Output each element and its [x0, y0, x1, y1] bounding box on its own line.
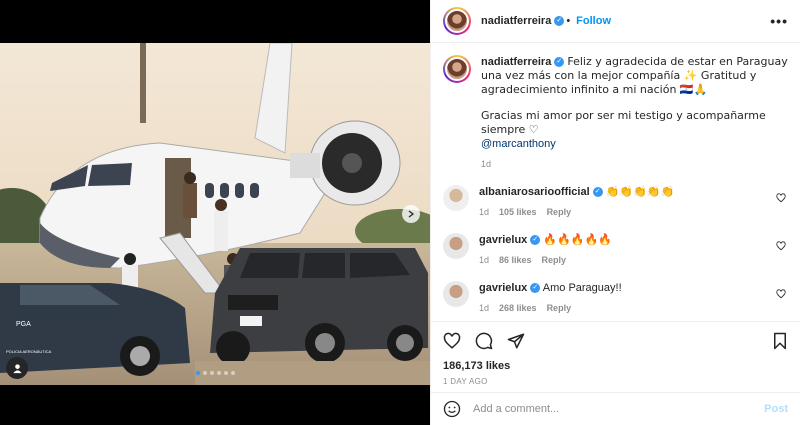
comment-likes[interactable]: 105 likes — [499, 205, 537, 219]
share-icon[interactable] — [507, 332, 525, 350]
comment-time[interactable]: 1d — [479, 253, 489, 267]
comment-text: 👏👏👏👏👏 — [605, 185, 675, 198]
avatar-photo — [445, 57, 469, 81]
author-avatar[interactable] — [443, 7, 471, 35]
reply-button[interactable]: Reply — [542, 253, 567, 267]
comment-body: gavrielux ✓ Amo Paraguay!! 1d 268 likes R… — [479, 281, 788, 315]
user-icon — [12, 363, 22, 373]
add-comment-bar: Post — [431, 392, 800, 425]
next-photo-button[interactable] — [402, 205, 420, 223]
caption-mention-link[interactable]: @marcanthony — [481, 137, 788, 151]
comment-meta: 1d 105 likes Reply — [479, 205, 788, 219]
comment-meta: 1d 268 likes Reply — [479, 301, 788, 315]
caption-meta: 1d — [481, 157, 788, 171]
comment-icon[interactable] — [475, 332, 493, 350]
caption-body: nadiatferreira ✓ Feliz y agradecida de es… — [481, 55, 788, 171]
sedan-badge-text: PGA — [16, 321, 31, 328]
carousel-dot — [210, 371, 214, 375]
post-actions: 186,173 likes 1 DAY AGO — [431, 321, 800, 391]
carousel-dots — [196, 371, 235, 375]
commenter-avatar[interactable] — [443, 233, 469, 259]
comment-time[interactable]: 1d — [479, 301, 489, 315]
comment-body: gavrielux ✓ 🔥🔥🔥🔥🔥 1d 86 likes Reply — [479, 233, 788, 267]
verified-badge-icon: ✓ — [530, 283, 541, 294]
verified-badge-icon: ✓ — [592, 187, 603, 198]
caption-avatar[interactable] — [443, 55, 471, 83]
bookmark-icon[interactable] — [772, 332, 788, 350]
comment-input[interactable] — [473, 403, 753, 415]
caption-username[interactable]: nadiatferreira — [481, 56, 551, 68]
comment-row: albaniarosarioofficial ✓ 👏👏👏👏👏 1d 105 lik… — [443, 185, 788, 219]
post-date[interactable]: 1 DAY AGO — [443, 377, 788, 386]
verified-badge-icon: ✓ — [530, 235, 541, 246]
comment-row: gavrielux ✓ Amo Paraguay!! 1d 268 likes R… — [443, 281, 788, 315]
emoji-picker-icon[interactable] — [443, 400, 461, 418]
follow-button[interactable]: Follow — [576, 15, 611, 27]
comment-row: gavrielux ✓ 🔥🔥🔥🔥🔥 1d 86 likes Reply — [443, 233, 788, 267]
comment-likes[interactable]: 268 likes — [499, 301, 537, 315]
carousel-dot-active — [196, 371, 200, 375]
dot-separator: • — [566, 15, 571, 27]
caption-row: nadiatferreira ✓ Feliz y agradecida de es… — [443, 55, 788, 171]
chevron-right-icon — [408, 210, 415, 218]
commenter-avatar[interactable] — [443, 281, 469, 307]
caption-time[interactable]: 1d — [481, 157, 491, 171]
like-heart-icon[interactable] — [443, 332, 461, 350]
post-photo[interactable]: PGA POLICIA AERONÁUTICA — [0, 43, 430, 385]
comments-list[interactable]: nadiatferreira ✓ Feliz y agradecida de es… — [431, 43, 800, 321]
comment-username[interactable]: albaniarosarioofficial — [479, 186, 590, 198]
airport-scene-image: PGA POLICIA AERONÁUTICA — [0, 43, 430, 385]
like-comment-heart-icon[interactable] — [776, 289, 786, 299]
like-comment-heart-icon[interactable] — [776, 241, 786, 251]
post-side-panel: nadiatferreira ✓ • Follow ••• nadiatferr… — [430, 0, 800, 425]
post-header: nadiatferreira ✓ • Follow ••• — [431, 0, 800, 43]
carousel-dot — [203, 371, 207, 375]
avatar-photo — [445, 9, 469, 33]
more-options-icon[interactable]: ••• — [770, 13, 788, 29]
author-username[interactable]: nadiatferreira — [481, 15, 551, 27]
caption-text-2: Gracias mi amor por ser mi testigo y aco… — [481, 109, 766, 136]
commenter-avatar[interactable] — [443, 185, 469, 211]
sedan-door-text: POLICIA AERONÁUTICA — [6, 349, 52, 354]
carousel-dot — [231, 371, 235, 375]
verified-badge-icon: ✓ — [554, 16, 565, 26]
verified-badge-icon: ✓ — [554, 57, 565, 68]
comment-username[interactable]: gavrielux — [479, 282, 527, 294]
carousel-dot — [217, 371, 221, 375]
comment-meta: 1d 86 likes Reply — [479, 253, 788, 267]
comment-time[interactable]: 1d — [479, 205, 489, 219]
like-comment-heart-icon[interactable] — [776, 193, 786, 203]
comment-username[interactable]: gavrielux — [479, 234, 527, 246]
carousel-dot — [224, 371, 228, 375]
comment-body: albaniarosarioofficial ✓ 👏👏👏👏👏 1d 105 lik… — [479, 185, 788, 219]
comment-likes[interactable]: 86 likes — [499, 253, 532, 267]
reply-button[interactable]: Reply — [547, 205, 572, 219]
reply-button[interactable]: Reply — [547, 301, 572, 315]
likes-count[interactable]: 186,173 likes — [443, 360, 788, 372]
comment-text: Amo Paraguay!! — [542, 282, 622, 294]
post-media[interactable]: PGA POLICIA AERONÁUTICA — [0, 0, 430, 425]
post-comment-button[interactable]: Post — [764, 403, 788, 415]
comment-text: 🔥🔥🔥🔥🔥 — [543, 233, 612, 246]
tagged-users-button[interactable] — [6, 357, 28, 379]
action-icons — [443, 330, 788, 352]
